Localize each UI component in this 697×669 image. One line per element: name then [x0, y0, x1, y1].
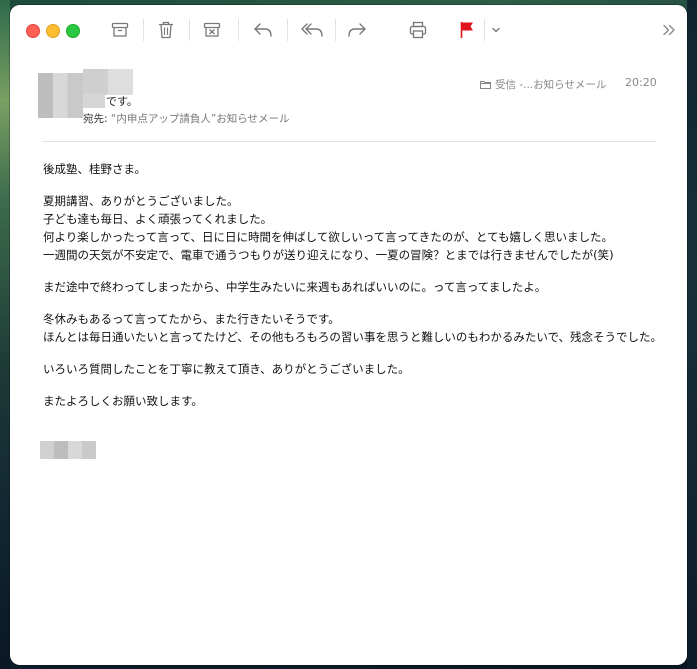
sender-avatar: [38, 73, 83, 118]
delete-button[interactable]: [155, 17, 177, 43]
desktop-wallpaper-right: [687, 0, 697, 669]
body-line: 冬休みもあるって言ってたから、また行きたいそうです。: [43, 312, 340, 326]
mailbox-name: 受信 -...お知らせメール: [495, 79, 607, 91]
body-line: 子ども達も毎日、よく頑張ってくれました。: [43, 212, 273, 226]
closing: またよろしくお願い致します。: [43, 394, 203, 408]
archive-button[interactable]: [109, 17, 131, 43]
print-icon: [409, 21, 427, 39]
to-label: 宛先:: [83, 113, 108, 125]
forward-icon: [348, 23, 366, 37]
chevron-down-icon: [492, 27, 500, 33]
reply-icon: [254, 23, 272, 37]
archive-icon: [111, 22, 129, 37]
mail-window: です。 宛先: “内申点アップ請負人”お知らせメール 受信 -...お知らせメー…: [10, 5, 687, 665]
sender-suffix: です。: [106, 95, 138, 108]
header-divider: [42, 141, 656, 142]
junk-button[interactable]: [201, 17, 223, 43]
minimize-window-button[interactable]: [46, 24, 60, 38]
maximize-window-button[interactable]: [66, 24, 80, 38]
toolbar-overflow-button[interactable]: [661, 17, 677, 43]
desktop-wallpaper-left: [0, 0, 10, 669]
body-line: ほんとは毎日通いたいと言ってたけど、その他もろもろの習い事を思うと難しいのもわか…: [43, 330, 663, 344]
greeting: 後成塾、桂野さま。: [43, 162, 147, 176]
toolbar-separator: [484, 19, 485, 41]
close-window-button[interactable]: [26, 24, 40, 38]
flag-menu-button[interactable]: [489, 17, 503, 43]
paragraph: いろいろ質問したことを丁寧に教えて頂き、ありがとうございました。: [43, 362, 410, 376]
print-button[interactable]: [407, 17, 429, 43]
reply-all-icon: [301, 23, 323, 37]
junk-icon: [203, 22, 221, 37]
trash-icon: [159, 21, 173, 39]
sender-name-redacted: [83, 94, 105, 108]
reply-all-button[interactable]: [299, 17, 325, 43]
reply-button[interactable]: [252, 17, 274, 43]
toolbar-separator: [189, 19, 190, 41]
recipient-value[interactable]: “内申点アップ請負人”お知らせメール: [111, 113, 290, 125]
toolbar-separator: [238, 19, 239, 41]
flag-icon: [460, 22, 473, 38]
toolbar: [10, 5, 687, 55]
folder-icon: [480, 81, 491, 89]
toolbar-separator: [143, 19, 144, 41]
message-body: 後成塾、桂野さま。 夏期講習、ありがとうございました。 子ども達も毎日、よく頑張…: [43, 160, 663, 424]
body-line: 何より楽しかったって言って、日に日に時間を伸ばして欲しいって言ってきたのが、とて…: [43, 230, 614, 244]
mailbox-label[interactable]: 受信 -...お知らせメール: [480, 77, 606, 92]
forward-button[interactable]: [346, 17, 368, 43]
body-line: 夏期講習、ありがとうございました。: [43, 194, 239, 208]
received-time: 20:20: [625, 76, 657, 89]
flag-button[interactable]: [456, 17, 478, 43]
signature-redacted: [40, 441, 96, 459]
body-line: 一週間の天気が不安定で、電車で通うつもりが送り迎えになり、一夏の冒険？とまでは行…: [43, 248, 614, 262]
paragraph: 夏期講習、ありがとうございました。 子ども達も毎日、よく頑張ってくれました。 何…: [43, 192, 663, 264]
sender-name-redacted: [83, 69, 133, 95]
toolbar-separator: [335, 19, 336, 41]
paragraph: 冬休みもあるって言ってたから、また行きたいそうです。 ほんとは毎日通いたいと言っ…: [43, 310, 663, 346]
paragraph: まだ途中で終わってしまったから、中学生みたいに来週もあればいいのに。って言ってま…: [43, 280, 547, 294]
more-chevron-icon: [663, 24, 675, 36]
toolbar-separator: [287, 19, 288, 41]
recipient-line: 宛先: “内申点アップ請負人”お知らせメール: [83, 111, 290, 126]
